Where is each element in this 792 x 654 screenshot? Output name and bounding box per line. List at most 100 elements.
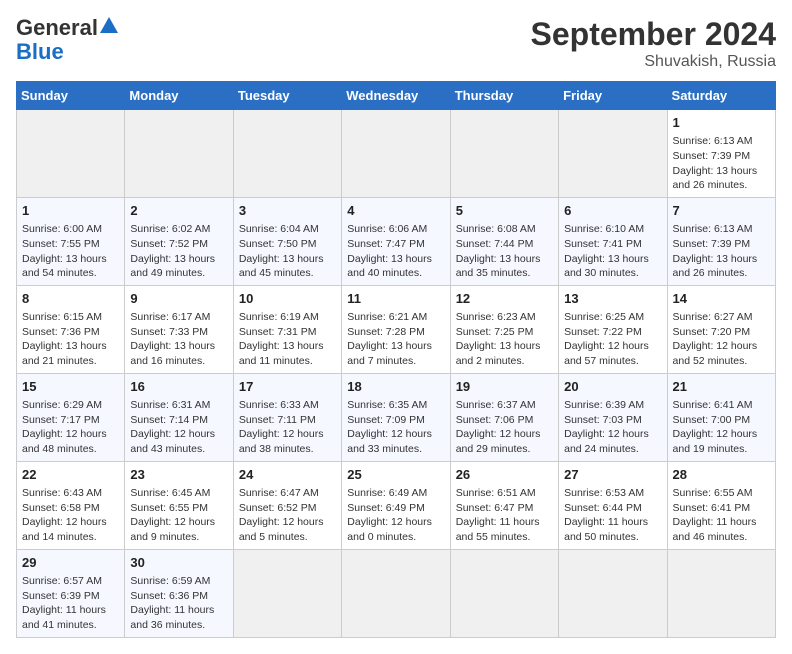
day-cell-14: 14Sunrise: 6:27 AMSunset: 7:20 PMDayligh… <box>667 285 775 373</box>
day-number: 8 <box>22 290 119 308</box>
calendar-table: SundayMondayTuesdayWednesdayThursdayFrid… <box>16 81 776 638</box>
day-info: Sunrise: 6:04 AMSunset: 7:50 PMDaylight:… <box>239 223 324 279</box>
day-info: Sunrise: 6:13 AMSunset: 7:39 PMDaylight:… <box>673 135 758 191</box>
empty-cell <box>233 549 341 637</box>
day-number: 29 <box>22 554 119 572</box>
day-info: Sunrise: 6:06 AMSunset: 7:47 PMDaylight:… <box>347 223 432 279</box>
day-number: 19 <box>456 378 553 396</box>
day-info: Sunrise: 6:39 AMSunset: 7:03 PMDaylight:… <box>564 399 649 455</box>
day-of-week-monday: Monday <box>125 82 233 110</box>
day-cell-11: 11Sunrise: 6:21 AMSunset: 7:28 PMDayligh… <box>342 285 450 373</box>
day-cell-18: 18 Sunrise: 6:35 AMSunset: 7:09 PMDayligh… <box>342 373 450 461</box>
day-info: Sunrise: 6:08 AMSunset: 7:44 PMDaylight:… <box>456 223 541 279</box>
day-info: Sunrise: 6:59 AMSunset: 6:36 PMDaylight:… <box>130 575 214 631</box>
empty-cell <box>559 110 667 198</box>
day-number: 17 <box>239 378 336 396</box>
calendar-week-1: 1Sunrise: 6:00 AMSunset: 7:55 PMDaylight… <box>17 197 776 285</box>
day-cell-8: 8 Sunrise: 6:15 AMSunset: 7:36 PMDaylight… <box>17 285 125 373</box>
day-info: Sunrise: 6:51 AMSunset: 6:47 PMDaylight:… <box>456 487 540 543</box>
empty-cell <box>17 110 125 198</box>
day-number: 10 <box>239 290 336 308</box>
day-cell-2: 2 Sunrise: 6:02 AMSunset: 7:52 PMDaylight… <box>125 197 233 285</box>
day-cell-19: 19 Sunrise: 6:37 AMSunset: 7:06 PMDayligh… <box>450 373 558 461</box>
day-number: 3 <box>239 202 336 220</box>
day-info: Sunrise: 6:35 AMSunset: 7:09 PMDaylight:… <box>347 399 432 455</box>
calendar-week-0: 1 Sunrise: 6:13 AMSunset: 7:39 PMDaylight… <box>17 110 776 198</box>
day-number: 25 <box>347 466 444 484</box>
day-cell-25: 25 Sunrise: 6:49 AMSunset: 6:49 PMDayligh… <box>342 461 450 549</box>
day-cell-10: 10Sunrise: 6:19 AMSunset: 7:31 PMDayligh… <box>233 285 341 373</box>
day-cell-21: 21 Sunrise: 6:41 AMSunset: 7:00 PMDayligh… <box>667 373 775 461</box>
empty-cell <box>342 110 450 198</box>
day-info: Sunrise: 6:02 AMSunset: 7:52 PMDaylight:… <box>130 223 215 279</box>
day-number: 5 <box>456 202 553 220</box>
calendar-header: SundayMondayTuesdayWednesdayThursdayFrid… <box>17 82 776 110</box>
day-info: Sunrise: 6:31 AMSunset: 7:14 PMDaylight:… <box>130 399 215 455</box>
day-number: 27 <box>564 466 661 484</box>
day-of-week-friday: Friday <box>559 82 667 110</box>
day-info: Sunrise: 6:21 AMSunset: 7:28 PMDaylight:… <box>347 311 432 367</box>
day-cell-1: 1 Sunrise: 6:13 AMSunset: 7:39 PMDaylight… <box>667 110 775 198</box>
calendar-week-5: 29Sunrise: 6:57 AMSunset: 6:39 PMDayligh… <box>17 549 776 637</box>
day-number: 28 <box>673 466 770 484</box>
day-info: Sunrise: 6:23 AMSunset: 7:25 PMDaylight:… <box>456 311 541 367</box>
calendar-week-3: 15 Sunrise: 6:29 AMSunset: 7:17 PMDayligh… <box>17 373 776 461</box>
day-info: Sunrise: 6:00 AMSunset: 7:55 PMDaylight:… <box>22 223 107 279</box>
day-info: Sunrise: 6:53 AMSunset: 6:44 PMDaylight:… <box>564 487 648 543</box>
day-info: Sunrise: 6:25 AMSunset: 7:22 PMDaylight:… <box>564 311 649 367</box>
day-info: Sunrise: 6:41 AMSunset: 7:00 PMDaylight:… <box>673 399 758 455</box>
day-number: 7 <box>673 202 770 220</box>
day-cell-13: 13 Sunrise: 6:25 AMSunset: 7:22 PMDayligh… <box>559 285 667 373</box>
day-number: 1 <box>673 114 770 132</box>
page-title: September 2024 <box>531 16 776 53</box>
day-number: 9 <box>130 290 227 308</box>
day-info: Sunrise: 6:17 AMSunset: 7:33 PMDaylight:… <box>130 311 215 367</box>
day-info: Sunrise: 6:45 AMSunset: 6:55 PMDaylight:… <box>130 487 215 543</box>
day-of-week-sunday: Sunday <box>17 82 125 110</box>
empty-cell <box>233 110 341 198</box>
day-cell-12: 12 Sunrise: 6:23 AMSunset: 7:25 PMDayligh… <box>450 285 558 373</box>
day-cell-29: 29Sunrise: 6:57 AMSunset: 6:39 PMDayligh… <box>17 549 125 637</box>
day-number: 21 <box>673 378 770 396</box>
empty-cell <box>450 110 558 198</box>
logo-icon <box>100 17 118 35</box>
day-cell-9: 9 Sunrise: 6:17 AMSunset: 7:33 PMDaylight… <box>125 285 233 373</box>
day-info: Sunrise: 6:37 AMSunset: 7:06 PMDaylight:… <box>456 399 541 455</box>
day-number: 4 <box>347 202 444 220</box>
day-cell-7: 7 Sunrise: 6:13 AMSunset: 7:39 PMDaylight… <box>667 197 775 285</box>
day-number: 14 <box>673 290 770 308</box>
day-cell-22: 22 Sunrise: 6:43 AMSunset: 6:58 PMDayligh… <box>17 461 125 549</box>
day-number: 12 <box>456 290 553 308</box>
empty-cell <box>342 549 450 637</box>
day-number: 20 <box>564 378 661 396</box>
day-number: 13 <box>564 290 661 308</box>
day-info: Sunrise: 6:29 AMSunset: 7:17 PMDaylight:… <box>22 399 107 455</box>
day-info: Sunrise: 6:10 AMSunset: 7:41 PMDaylight:… <box>564 223 649 279</box>
day-of-week-tuesday: Tuesday <box>233 82 341 110</box>
days-of-week-row: SundayMondayTuesdayWednesdayThursdayFrid… <box>17 82 776 110</box>
day-cell-23: 23Sunrise: 6:45 AMSunset: 6:55 PMDayligh… <box>125 461 233 549</box>
day-number: 16 <box>130 378 227 396</box>
logo-general-text: General <box>16 16 98 40</box>
empty-cell <box>125 110 233 198</box>
day-cell-20: 20 Sunrise: 6:39 AMSunset: 7:03 PMDayligh… <box>559 373 667 461</box>
day-of-week-wednesday: Wednesday <box>342 82 450 110</box>
day-number: 24 <box>239 466 336 484</box>
day-info: Sunrise: 6:15 AMSunset: 7:36 PMDaylight:… <box>22 311 107 367</box>
empty-cell <box>559 549 667 637</box>
day-info: Sunrise: 6:55 AMSunset: 6:41 PMDaylight:… <box>673 487 757 543</box>
day-info: Sunrise: 6:13 AMSunset: 7:39 PMDaylight:… <box>673 223 758 279</box>
day-cell-17: 17Sunrise: 6:33 AMSunset: 7:11 PMDayligh… <box>233 373 341 461</box>
day-cell-3: 3 Sunrise: 6:04 AMSunset: 7:50 PMDaylight… <box>233 197 341 285</box>
day-number: 22 <box>22 466 119 484</box>
day-cell-16: 16 Sunrise: 6:31 AMSunset: 7:14 PMDayligh… <box>125 373 233 461</box>
day-number: 18 <box>347 378 444 396</box>
day-cell-1: 1Sunrise: 6:00 AMSunset: 7:55 PMDaylight… <box>17 197 125 285</box>
day-info: Sunrise: 6:49 AMSunset: 6:49 PMDaylight:… <box>347 487 432 543</box>
logo: General Blue <box>16 16 118 64</box>
day-number: 15 <box>22 378 119 396</box>
page-subtitle: Shuvakish, Russia <box>531 53 776 71</box>
day-number: 2 <box>130 202 227 220</box>
day-info: Sunrise: 6:43 AMSunset: 6:58 PMDaylight:… <box>22 487 107 543</box>
day-cell-30: 30Sunrise: 6:59 AMSunset: 6:36 PMDayligh… <box>125 549 233 637</box>
